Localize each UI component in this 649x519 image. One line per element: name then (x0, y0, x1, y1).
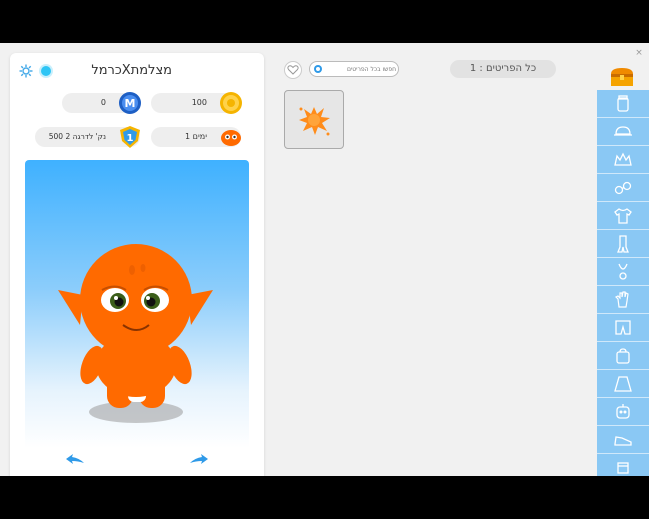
settings-gear-icon[interactable] (19, 64, 33, 78)
avatar-stage (25, 160, 249, 448)
online-status-dot (41, 66, 51, 76)
jar-icon (617, 94, 629, 112)
treasure-chest-icon[interactable] (609, 66, 635, 88)
bag-icon (616, 347, 630, 364)
box-icon (617, 461, 629, 474)
monster-face-icon (221, 130, 241, 146)
days-counter: 1 ימים (151, 127, 241, 147)
category-hats[interactable] (597, 118, 649, 146)
heart-icon (287, 65, 299, 75)
necklace-icon (618, 263, 628, 280)
monster-character (58, 244, 213, 423)
level-progress: 500 נק' לדרגה 2 1 (35, 126, 140, 148)
m-coin-letter: M (125, 97, 136, 110)
days-value: 1 ימים (185, 132, 207, 141)
app-window: מצלמתXכרמל 100 0 M 1 ימים 500 נק' לדרגה … (0, 43, 649, 476)
gold-coin-icon (220, 92, 242, 114)
coins-counter: 100 (151, 92, 242, 114)
category-shorts[interactable] (597, 314, 649, 342)
mcoins-counter: 0 M (62, 92, 141, 114)
close-button[interactable]: × (633, 47, 645, 59)
glove-icon (614, 290, 629, 308)
m-coin-icon: M (119, 92, 141, 114)
coins-value: 100 (191, 98, 207, 107)
skirt-icon (614, 375, 632, 392)
category-hair[interactable] (597, 146, 649, 174)
hair-icon (614, 152, 632, 166)
mcoins-value: 0 (100, 98, 106, 107)
search-icon (314, 65, 322, 73)
category-necklaces[interactable] (597, 258, 649, 286)
shorts-icon (615, 319, 631, 335)
category-scarves[interactable] (597, 230, 649, 258)
rotate-left-arrow-icon[interactable] (64, 453, 86, 465)
category-shoes[interactable] (597, 426, 649, 454)
level-number: 1 (127, 133, 134, 144)
search-box (309, 61, 399, 77)
robot-icon (616, 403, 630, 419)
search-input[interactable] (326, 63, 396, 75)
shirt-icon (614, 207, 632, 224)
category-jars[interactable] (597, 90, 649, 118)
profile-card: מצלמתXכרמל 100 0 M 1 ימים 500 נק' לדרגה … (10, 53, 264, 476)
inventory-item-paint-splat[interactable] (284, 90, 344, 149)
level-shield-icon: 1 (120, 126, 140, 148)
cap-icon (614, 125, 632, 136)
category-shirts[interactable] (597, 202, 649, 230)
scarf-icon (617, 234, 629, 253)
category-gloves[interactable] (597, 286, 649, 314)
favorites-heart-button[interactable] (284, 61, 302, 79)
category-glasses[interactable] (597, 174, 649, 202)
shoe-icon (614, 435, 632, 446)
category-bags[interactable] (597, 342, 649, 370)
category-robots[interactable] (597, 398, 649, 426)
category-boxes[interactable] (597, 454, 649, 476)
category-sidebar (597, 90, 649, 476)
items-count-label: כל הפריטים : 1 (450, 60, 556, 78)
glasses-icon (614, 181, 632, 194)
rotate-right-arrow-icon[interactable] (188, 453, 210, 465)
paint-splat-icon (299, 107, 330, 136)
username: מצלמתXכרמל (91, 63, 172, 78)
category-skirts[interactable] (597, 370, 649, 398)
level-progress-text: 500 נק' לדרגה 2 (48, 132, 106, 141)
